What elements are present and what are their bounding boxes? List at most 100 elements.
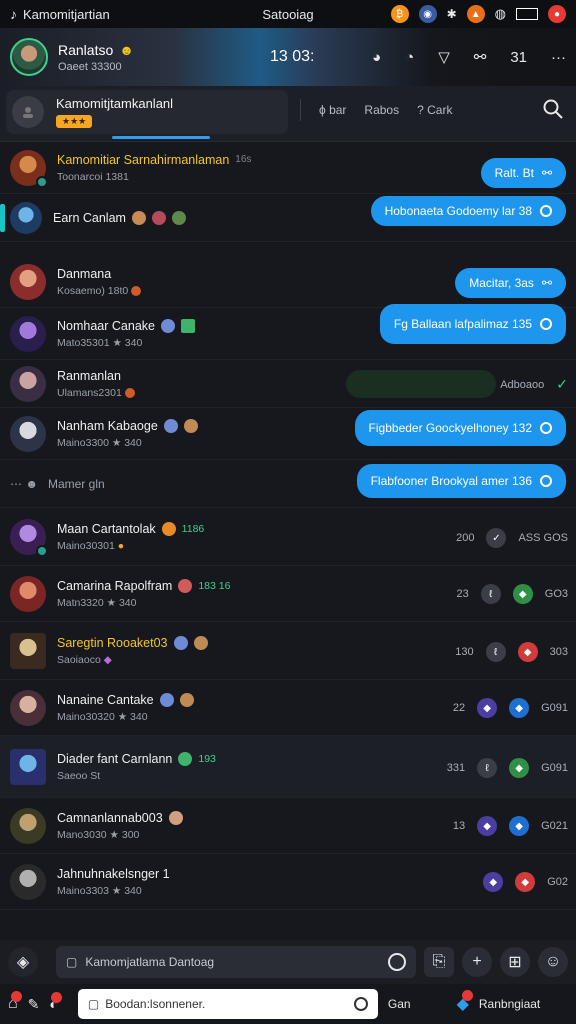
notification-badge — [461, 990, 473, 1001]
filter-chip-1[interactable]: ϕ bar — [319, 103, 346, 117]
message-input[interactable]: ▢ Kamomjatlama Dantoag — [56, 946, 416, 978]
home-icon[interactable]: ⌂ — [8, 991, 22, 1013]
filter-chip-3[interactable]: ? Cark — [417, 103, 452, 117]
message-bubble[interactable]: Flabfooner Brookyal amer 136 — [356, 464, 566, 498]
emoji-icon — [173, 635, 188, 650]
app-icon[interactable]: ◆ — [509, 758, 530, 778]
message-bubble[interactable]: Figbbeder Goockyelhoney 132 — [354, 410, 566, 446]
emoji-icon — [183, 418, 198, 433]
emoji-picker-icon[interactable]: ☺ — [538, 947, 568, 977]
tab-indicator — [112, 136, 210, 139]
message-bubble[interactable]: Fg Ballaan lafpalimaz 135 — [379, 304, 566, 344]
avatar — [10, 415, 46, 452]
profile-banner: Ranlatso ☻ Oaeet 33300 13 03: ◕ ◔ ▽ ⚯ 31… — [0, 28, 576, 86]
contact-status: Maino30301 — [57, 539, 115, 552]
channel-icon[interactable]: ℓ — [480, 584, 501, 604]
list-item[interactable]: Earn Canlam Hobonaeta Godoemy lar 38 — [0, 194, 576, 242]
count-label[interactable]: 31 — [510, 49, 527, 66]
timestamp: 331 — [446, 762, 466, 774]
contact-status: Saeoo St — [57, 769, 101, 782]
app-icon[interactable]: ◆ — [477, 698, 498, 718]
list-item[interactable]: ⋯ ☻ Mamer gln Flabfooner Brookyal amer 1… — [0, 460, 576, 508]
tag-label: 183 16 — [198, 579, 231, 592]
divider — [300, 99, 301, 121]
list-item[interactable]: Camnanlannab003 Mano3030 ★ 300 13 ◆ ◆ G0… — [0, 798, 576, 854]
typing-icon: ⋯ ☻ — [10, 476, 38, 491]
list-item[interactable]: Nanaine Cantake Maino30320 ★ 340 22 ◆ ◆ … — [0, 680, 576, 736]
search-icon[interactable] — [542, 98, 566, 122]
contact-status: Maino30320 ★ 340 — [57, 710, 148, 723]
list-item[interactable]: Nomhaar Canake Mato35301 ★ 340 Fg Ballaa… — [0, 304, 576, 360]
avatar[interactable] — [10, 38, 48, 76]
timestamp: 22 — [452, 702, 466, 714]
gen-button[interactable]: Gan — [388, 997, 411, 1011]
online-indicator — [36, 544, 48, 557]
edit-icon[interactable]: ✎ — [28, 996, 40, 1013]
channel-icon[interactable]: ℓ — [485, 642, 506, 662]
contact-name: Nanaine Cantake — [57, 692, 154, 707]
inbox-icon[interactable]: ▽ — [438, 48, 450, 66]
list-item[interactable]: Kamomitiar Sarnahirmanlaman 16s Toonarcoi… — [0, 142, 576, 194]
list-item[interactable]: Saregtin Rooaket03 Saoiaoco ◆ 130 ℓ ◆ 30… — [0, 622, 576, 680]
app-icon[interactable]: ◆ — [509, 816, 530, 836]
emoji-icon — [160, 318, 175, 333]
logo-icon[interactable]: ◈ — [8, 947, 38, 977]
link-icon[interactable]: ⚯ — [474, 48, 487, 66]
game-icon — [180, 318, 195, 333]
record-icon[interactable] — [388, 953, 406, 971]
delivered-label: Adboaoo — [500, 378, 545, 391]
contact-name: Ranmanlan — [57, 368, 121, 383]
message-bubble[interactable]: Macitar, 3as ⚯ — [455, 268, 566, 298]
clear-icon[interactable] — [353, 997, 368, 1011]
tab-title: Kamomitjtamkanlanl — [56, 95, 174, 111]
tag-label: 1186 — [181, 522, 205, 535]
contact-name: Danmana — [57, 266, 112, 281]
check-icon: ✓ — [556, 376, 568, 392]
contact-name: Mamer gln — [47, 476, 105, 491]
more-icon[interactable]: ··· — [551, 49, 566, 66]
avatar — [10, 201, 42, 234]
list-item[interactable]: Nanham Kabaoge Maino3300 ★ 340 Figbbeder… — [0, 408, 576, 460]
contact-status: Maino3303 ★ 340 — [57, 884, 142, 897]
bottom-right-label[interactable]: Ranbngiaat — [479, 997, 540, 1011]
drop-icon[interactable]: ◆ — [457, 990, 473, 1014]
avatar — [10, 365, 46, 402]
timestamp: 13 — [452, 820, 466, 832]
channel-icon[interactable]: ℓ — [477, 758, 498, 778]
discord-icon[interactable]: ◕ — [372, 49, 381, 66]
list-item[interactable]: Diader fant Carnlann 193 Saeoo St 331 ℓ … — [0, 736, 576, 798]
filter-chip-2[interactable]: Rabos — [364, 103, 399, 117]
notification-badge — [50, 992, 62, 1003]
add-icon[interactable]: + — [462, 947, 492, 977]
list-item[interactable]: Camarina Rapolfram 183 16 Matn3320 ★ 340… — [0, 566, 576, 622]
app-icon[interactable]: ◆ — [509, 698, 530, 718]
message-bubble[interactable]: Ralt. Bt ⚯ — [480, 158, 566, 188]
tab-active[interactable]: Kamomitjtamkanlanl ★★★ — [6, 90, 288, 134]
gamepad-icon[interactable]: ⊞ — [500, 947, 530, 977]
app-icon[interactable]: ◆ — [515, 872, 536, 892]
attach-icon[interactable]: ⎘ — [424, 947, 454, 977]
list-item[interactable]: Jahnuhnakelsnger 1 Maino3303 ★ 340 ◆ ◆ G… — [0, 854, 576, 910]
app-icon[interactable]: ◆ — [483, 872, 504, 892]
app-icon[interactable]: ◆ — [512, 584, 533, 604]
bluetooth-icon: ✱ — [446, 7, 457, 21]
avatar — [10, 149, 48, 188]
reply-input[interactable]: ▢ Boodan:lsonnener. — [77, 989, 378, 1019]
app-icon[interactable]: ◆ — [477, 816, 498, 836]
message-bubble[interactable]: Hobonaeta Godoemy lar 38 — [370, 196, 566, 226]
clock-icon[interactable]: ◔ — [405, 49, 414, 66]
status-label: G021 — [541, 820, 568, 832]
contact-name: Maan Cartantolak — [57, 521, 156, 536]
bell-icon[interactable]: ◐ — [49, 992, 62, 1012]
app-icon[interactable]: ◆ — [517, 642, 538, 662]
list-item[interactable]: Maan Cartantolak 1186 Maino30301 ● 200 ✓… — [0, 508, 576, 566]
composer-bar: ◈ ▢ Kamomjatlama Dantoag ⎘ + ⊞ ☺ — [0, 940, 576, 984]
list-item[interactable]: Ranmanlan Ulamans2301 Adboaoo ✓ — [0, 360, 576, 408]
list-item[interactable]: Danmana Kosaemo) 18t0 Macitar, 3as ⚯ — [0, 256, 576, 308]
counter-label: 13 03: — [270, 48, 315, 65]
notification-badge — [10, 991, 22, 1002]
status-app-name: Kamomitjartian — [23, 6, 110, 22]
tiktok-icon: ♪ — [10, 6, 17, 22]
emoji-icon — [151, 210, 166, 225]
mute-icon[interactable]: ✓ — [486, 528, 507, 548]
